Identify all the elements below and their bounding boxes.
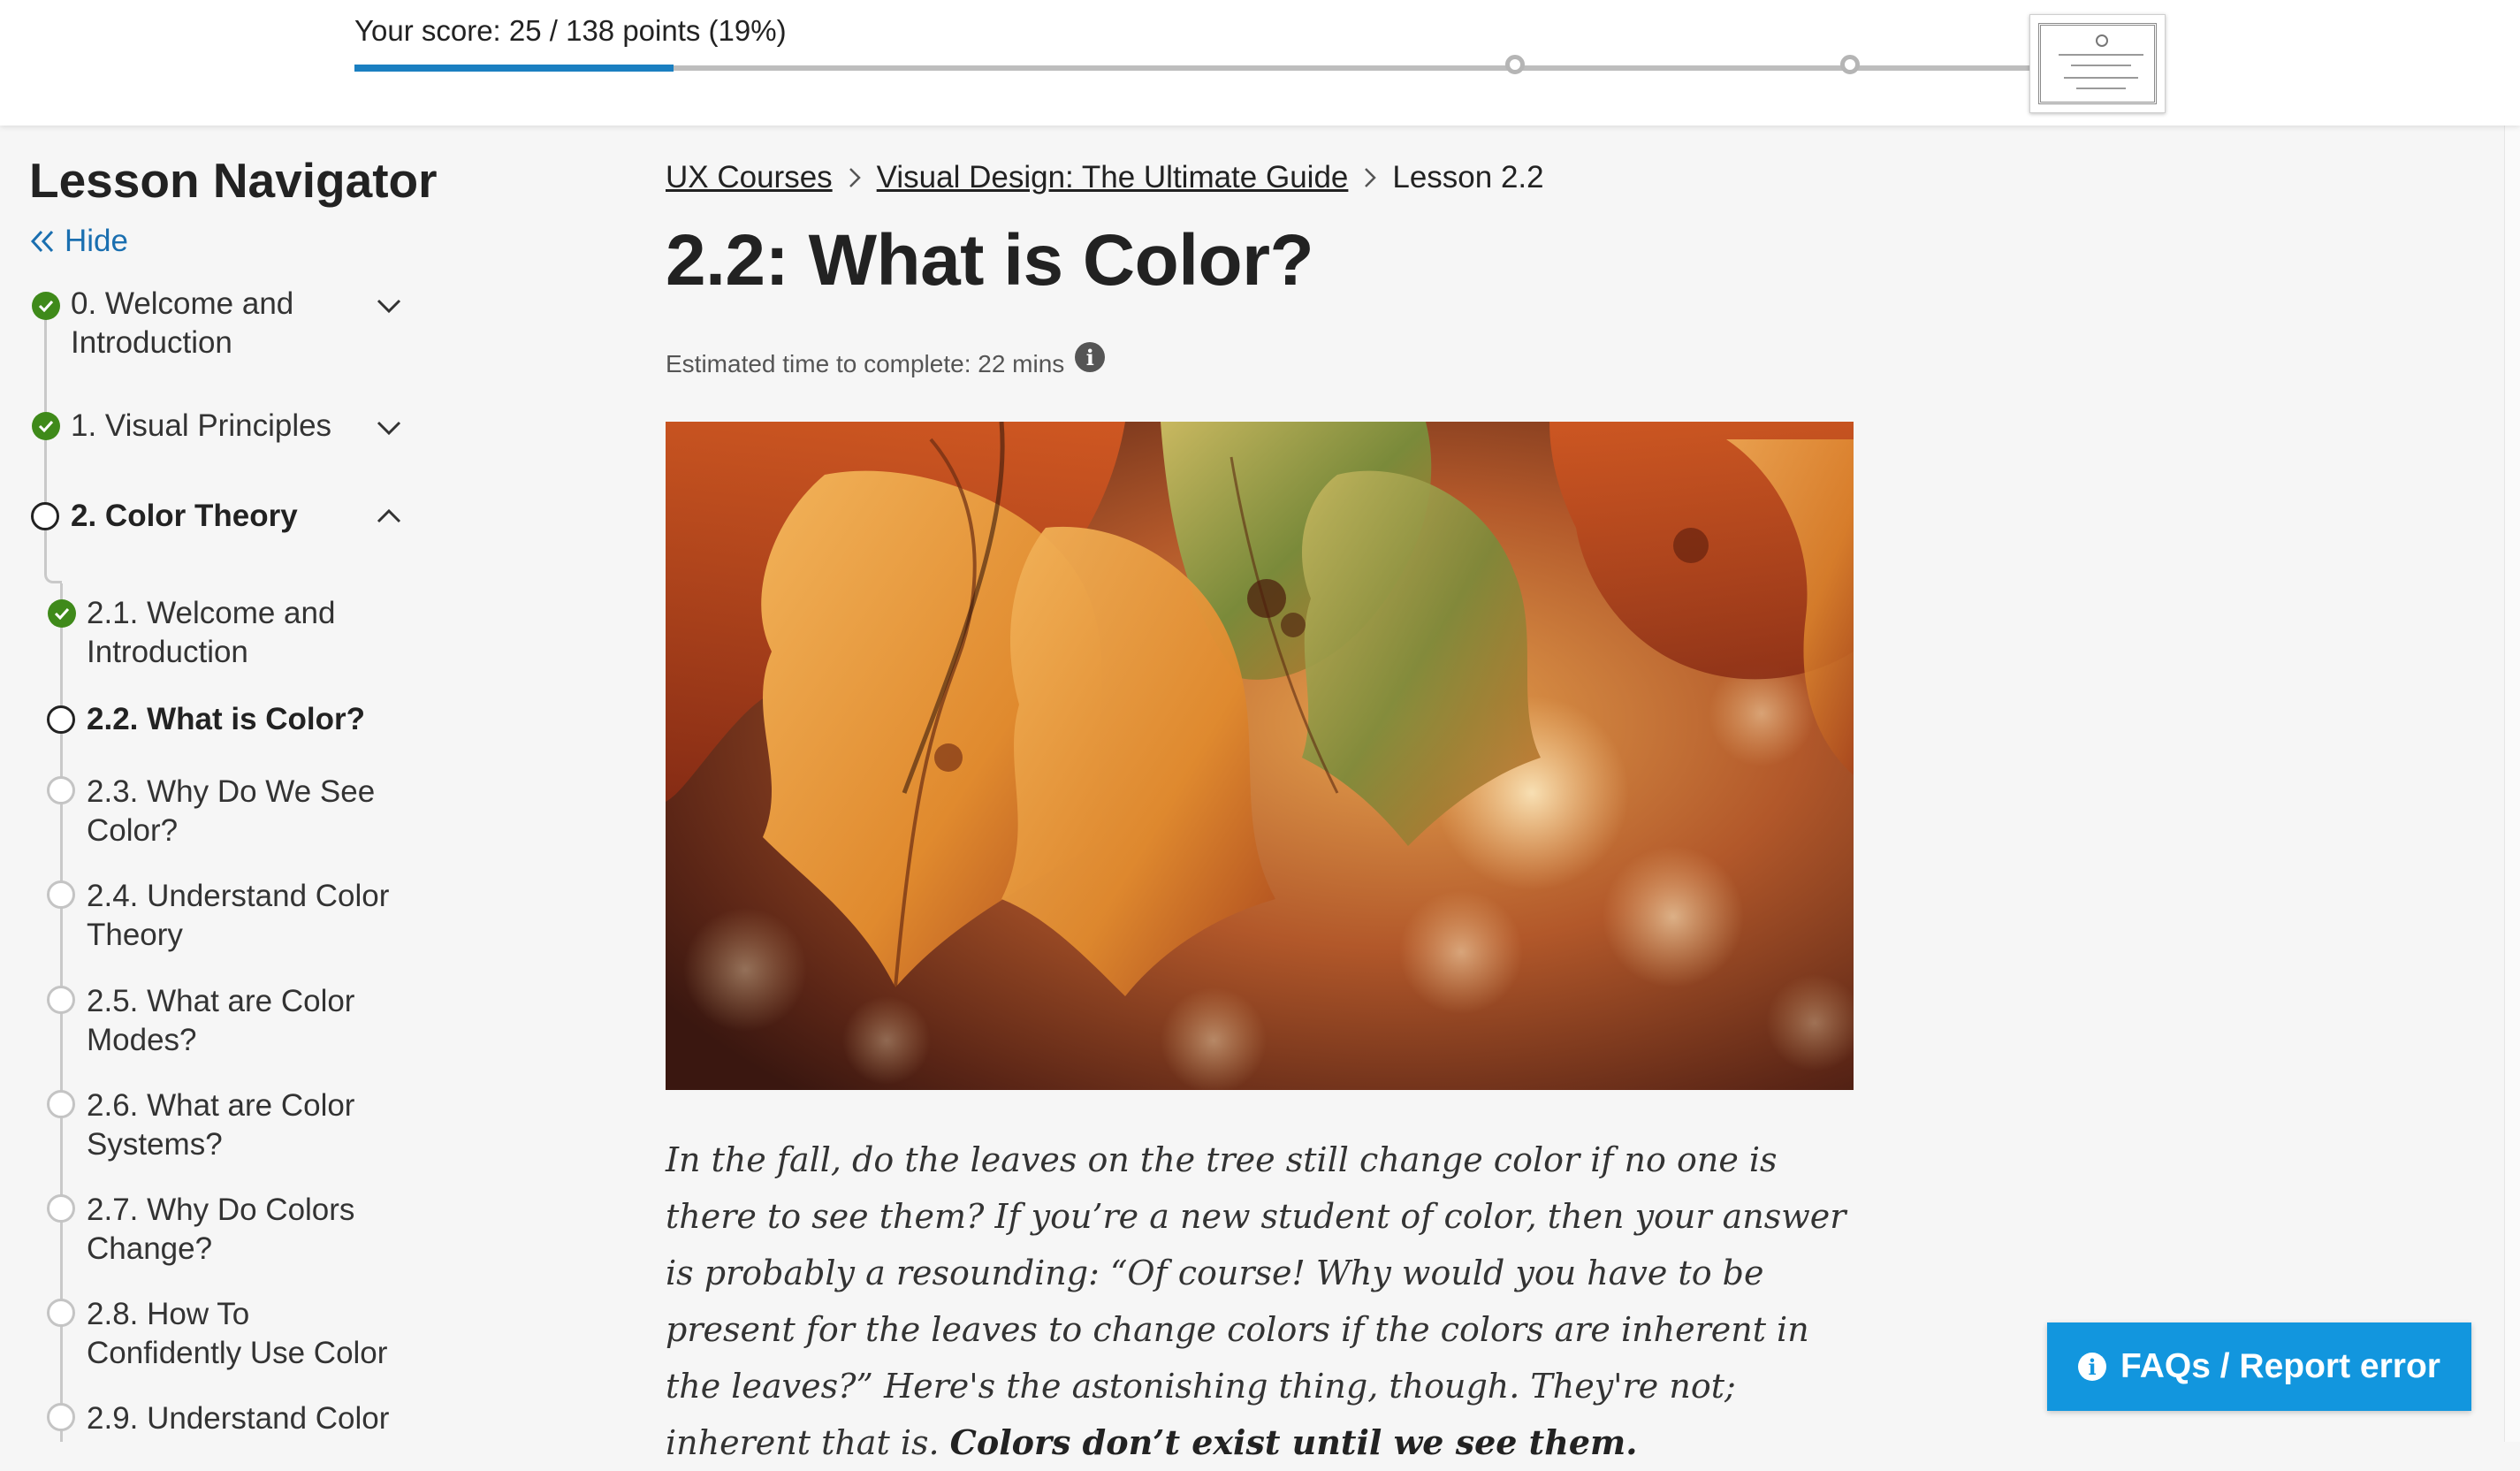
completed-check-icon bbox=[32, 292, 60, 320]
certificate-line bbox=[2064, 77, 2138, 79]
hide-label: Hide bbox=[65, 224, 128, 258]
chevron-right-icon bbox=[849, 168, 861, 187]
current-lesson-indicator bbox=[47, 705, 75, 734]
estimated-time: Estimated time to complete: 22 mins i bbox=[666, 342, 1106, 382]
incomplete-circle-icon bbox=[47, 1090, 75, 1118]
certificate-seal-icon bbox=[2096, 34, 2108, 47]
lesson-item-2-6[interactable]: 2.6. What are Color Systems? bbox=[0, 1086, 424, 1166]
certificate-line bbox=[2076, 88, 2126, 89]
double-chevron-left-icon bbox=[30, 230, 54, 253]
module-item-color-theory[interactable]: 2. Color Theory bbox=[0, 497, 424, 541]
lesson-label: 2.2. What is Color? bbox=[87, 702, 366, 736]
current-module-indicator bbox=[31, 502, 59, 530]
module-label: 1. Visual Principles bbox=[71, 408, 332, 443]
score-label: Your score: 25 / 138 points (19%) bbox=[354, 14, 787, 47]
breadcrumb-current: Lesson 2.2 bbox=[1392, 160, 1544, 194]
lesson-label: 2.6. What are Color Systems? bbox=[87, 1088, 355, 1162]
lesson-item-2-4[interactable]: 2.4. Understand Color Theory bbox=[0, 877, 424, 957]
module-label: 0. Welcome and Introduction bbox=[71, 286, 294, 360]
page-scrollbar[interactable] bbox=[2504, 0, 2520, 1442]
incomplete-circle-icon bbox=[47, 1194, 75, 1223]
milestone-marker bbox=[1505, 55, 1525, 74]
incomplete-circle-icon bbox=[47, 880, 75, 909]
lesson-label: 2.8. How To Confidently Use Color bbox=[87, 1297, 388, 1370]
breadcrumb-link-ux-courses[interactable]: UX Courses bbox=[666, 160, 833, 195]
lesson-item-2-7[interactable]: 2.7. Why Do Colors Change? bbox=[0, 1191, 424, 1270]
lesson-intro-paragraph: In the fall, do the leaves on the tree s… bbox=[666, 1132, 1868, 1471]
lesson-item-2-8[interactable]: 2.8. How To Confidently Use Color bbox=[0, 1295, 424, 1375]
incomplete-circle-icon bbox=[47, 986, 75, 1014]
score-progress-fill bbox=[354, 65, 674, 72]
lesson-label: 2.5. What are Color Modes? bbox=[87, 984, 355, 1057]
breadcrumb-link-course[interactable]: Visual Design: The Ultimate Guide bbox=[877, 160, 1349, 195]
incomplete-circle-icon bbox=[47, 1299, 75, 1327]
certificate-border bbox=[2038, 23, 2157, 104]
chevron-up-icon[interactable] bbox=[376, 507, 402, 525]
certificate-line bbox=[2059, 54, 2143, 56]
faq-button-label: FAQs / Report error bbox=[2120, 1347, 2440, 1385]
navigator-title: Lesson Navigator bbox=[29, 153, 438, 208]
info-icon[interactable]: i bbox=[1075, 342, 1106, 372]
incomplete-circle-icon bbox=[47, 776, 75, 804]
lesson-item-2-3[interactable]: 2.3. Why Do We See Color? bbox=[0, 773, 424, 852]
lesson-item-2-2[interactable]: 2.2. What is Color? bbox=[0, 700, 424, 744]
lesson-paragraph-text: In the fall, do the leaves on the tree s… bbox=[666, 1140, 1846, 1462]
incomplete-circle-icon bbox=[47, 1403, 75, 1431]
lesson-hero-image bbox=[666, 422, 1854, 1090]
module-label: 2. Color Theory bbox=[71, 499, 298, 533]
chevron-right-icon bbox=[1365, 168, 1377, 187]
lesson-title: 2.2: What is Color? bbox=[666, 220, 1314, 301]
lesson-label: 2.3. Why Do We See Color? bbox=[87, 774, 376, 848]
autumn-leaves-image bbox=[666, 422, 1854, 1090]
certificate-thumbnail[interactable] bbox=[2029, 14, 2166, 113]
faq-report-error-button[interactable]: i FAQs / Report error bbox=[2047, 1322, 2471, 1411]
completed-check-icon bbox=[48, 599, 76, 628]
estimated-time-label: Estimated time to complete: 22 mins bbox=[666, 350, 1065, 377]
score-bar: Your score: 25 / 138 points (19%) bbox=[0, 0, 2520, 126]
lesson-label: 2.7. Why Do Colors Change? bbox=[87, 1193, 355, 1266]
module-item-welcome[interactable]: 0. Welcome and Introduction bbox=[0, 285, 424, 364]
breadcrumb: UX Courses Visual Design: The Ultimate G… bbox=[666, 157, 1544, 198]
lesson-label: 2.9. Understand Color bbox=[87, 1401, 390, 1436]
lesson-item-2-5[interactable]: 2.5. What are Color Modes? bbox=[0, 982, 424, 1062]
lesson-item-2-9[interactable]: 2.9. Understand Color bbox=[0, 1399, 424, 1442]
chevron-down-icon[interactable] bbox=[376, 297, 402, 315]
module-item-visual-principles[interactable]: 1. Visual Principles bbox=[0, 407, 424, 451]
lesson-paragraph-emphasis: Colors don’t exist until we see them. bbox=[949, 1422, 1638, 1462]
info-icon: i bbox=[2078, 1353, 2107, 1381]
score-progress-track bbox=[354, 65, 2034, 72]
completed-check-icon bbox=[32, 412, 60, 440]
lesson-label: 2.1. Welcome and Introduction bbox=[87, 596, 336, 669]
certificate-line bbox=[2071, 65, 2131, 66]
lesson-label: 2.4. Understand Color Theory bbox=[87, 879, 390, 952]
hide-navigator-button[interactable]: Hide bbox=[29, 219, 128, 263]
lesson-item-2-1[interactable]: 2.1. Welcome and Introduction bbox=[0, 594, 424, 674]
chevron-down-icon[interactable] bbox=[376, 419, 402, 437]
milestone-marker bbox=[1840, 55, 1860, 74]
